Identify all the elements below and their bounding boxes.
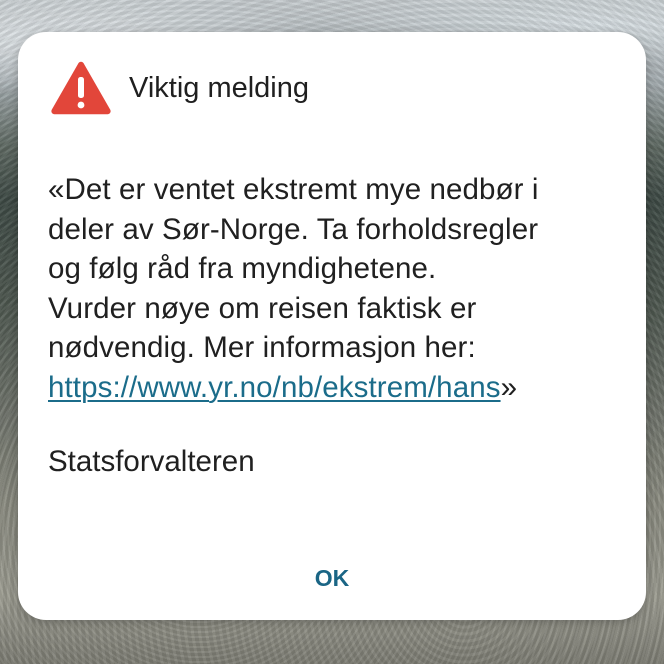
message-link-line: https://www.yr.no/nb/ekstrem/hans»	[48, 368, 628, 408]
message-line: deler av Sør-Norge. Ta forholdsregler	[48, 212, 539, 246]
message-line: «Det er ventet ekstremt mye nedbør i	[48, 173, 539, 206]
message-line: Vurder nøye om reisen faktisk er	[48, 291, 477, 325]
alert-dialog: Viktig melding «Det er ventet ekstremt m…	[18, 32, 646, 620]
sender-signature: Statsforvalteren	[48, 445, 255, 478]
ok-button[interactable]: OK	[294, 556, 370, 600]
warning-triangle-icon	[51, 61, 111, 115]
info-link[interactable]: https://www.yr.no/nb/ekstrem/hans	[48, 371, 501, 404]
alert-message: «Det er ventet ekstremt mye nedbør i del…	[48, 170, 628, 407]
message-line: nødvendig. Mer informasjon her:	[48, 331, 476, 364]
dialog-header: Viktig melding	[50, 60, 309, 116]
closing-quote: »	[500, 370, 518, 404]
dialog-title: Viktig melding	[129, 72, 310, 104]
message-line: og følg råd fra myndighetene.	[48, 252, 437, 285]
